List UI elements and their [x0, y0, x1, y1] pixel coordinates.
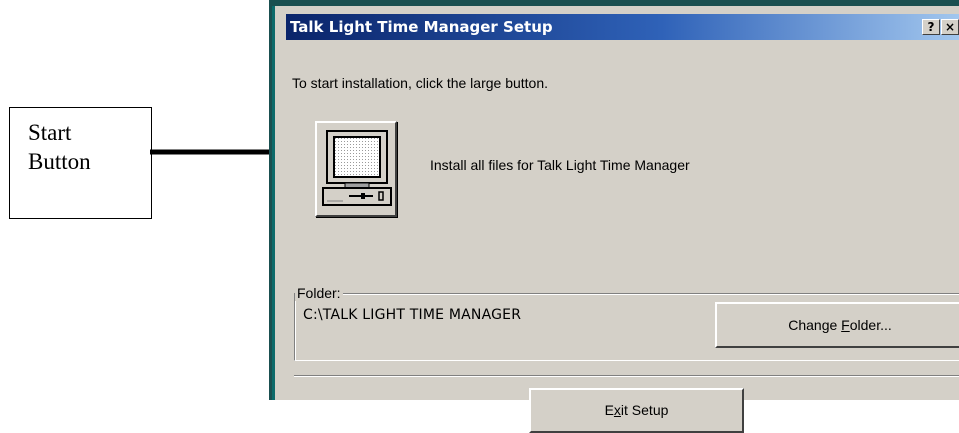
exit-label-post: it Setup	[620, 402, 669, 418]
separator	[294, 375, 959, 377]
help-button[interactable]: ?	[922, 19, 940, 35]
install-description: Install all files for Talk Light Time Ma…	[430, 157, 690, 173]
callout-line-1: Start	[28, 120, 72, 145]
exit-accel: x	[613, 402, 621, 418]
title-bar[interactable]: Talk Light Time Manager Setup ? ×	[286, 14, 959, 40]
close-button[interactable]: ×	[941, 19, 959, 35]
setup-dialog: Talk Light Time Manager Setup ? × To sta…	[269, 0, 959, 433]
install-start-button[interactable]	[315, 121, 397, 217]
change-folder-accel: F	[841, 317, 850, 333]
exit-label-pre: E	[604, 402, 614, 418]
dialog-body: To start installation, click the large b…	[286, 40, 959, 433]
exit-setup-button[interactable]: Exit Setup	[529, 388, 744, 433]
window-title: Talk Light Time Manager Setup	[290, 18, 553, 36]
computer-icon	[322, 130, 392, 206]
close-icon: ×	[944, 20, 956, 34]
folder-path: C:\TALK LIGHT TIME MANAGER	[303, 307, 522, 323]
intro-text: To start installation, click the large b…	[292, 75, 549, 91]
callout-line-2: Button	[28, 149, 91, 174]
change-folder-button[interactable]: Change Folder...	[715, 302, 959, 348]
change-folder-label-pre: Change	[788, 317, 842, 333]
change-folder-label-post: older...	[849, 317, 892, 333]
folder-label: Folder:	[295, 285, 343, 301]
help-icon: ?	[927, 20, 935, 34]
start-button-callout: Start Button	[9, 107, 152, 219]
